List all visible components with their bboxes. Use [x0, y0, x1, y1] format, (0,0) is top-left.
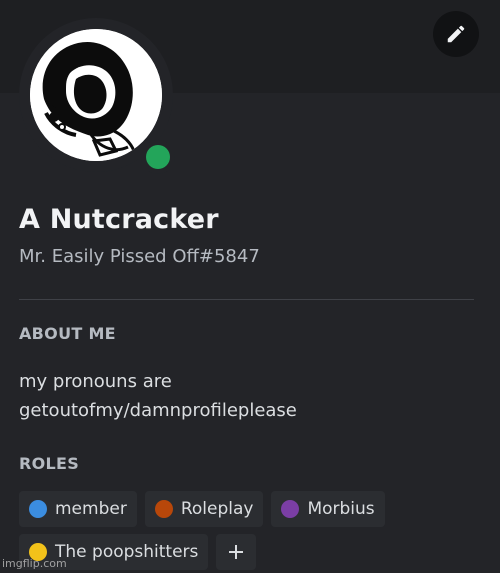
online-status-dot — [146, 145, 170, 169]
avatar-container[interactable] — [19, 18, 175, 174]
section-divider — [19, 299, 474, 300]
role-roleplay[interactable]: Roleplay — [144, 491, 264, 527]
add-role-button[interactable] — [216, 534, 257, 570]
roles-list: member Roleplay Morbius The poopshitters — [19, 491, 489, 570]
role-color-dot — [281, 500, 300, 518]
online-status-indicator — [141, 140, 175, 174]
about-me-line: my pronouns are — [19, 371, 172, 392]
role-label: The poopshitters — [55, 542, 199, 562]
display-name: A Nutcracker — [19, 204, 219, 235]
role-color-dot — [29, 500, 47, 518]
role-label: Roleplay — [180, 499, 254, 519]
about-me-heading: ABOUT ME — [19, 324, 116, 343]
role-color-dot — [154, 500, 173, 518]
avatar[interactable] — [30, 29, 162, 161]
plus-icon — [229, 545, 244, 559]
imgflip-watermark: imgflip.com — [2, 557, 67, 570]
username: Mr. Easily Pissed Off#5847 — [19, 246, 260, 267]
role-member[interactable]: member — [19, 491, 137, 527]
about-me-text: my pronouns are getoutofmy/damnprofilepl… — [19, 367, 479, 425]
role-morbius[interactable]: Morbius — [271, 491, 385, 527]
role-label: member — [55, 499, 127, 519]
pencil-icon — [447, 25, 465, 43]
about-me-line: getoutofmy/damnprofileplease — [19, 400, 297, 421]
roles-heading: ROLES — [19, 454, 80, 473]
edit-profile-button[interactable] — [433, 11, 479, 57]
role-label: Morbius — [307, 499, 375, 519]
cartoon-face-avatar — [30, 29, 162, 161]
